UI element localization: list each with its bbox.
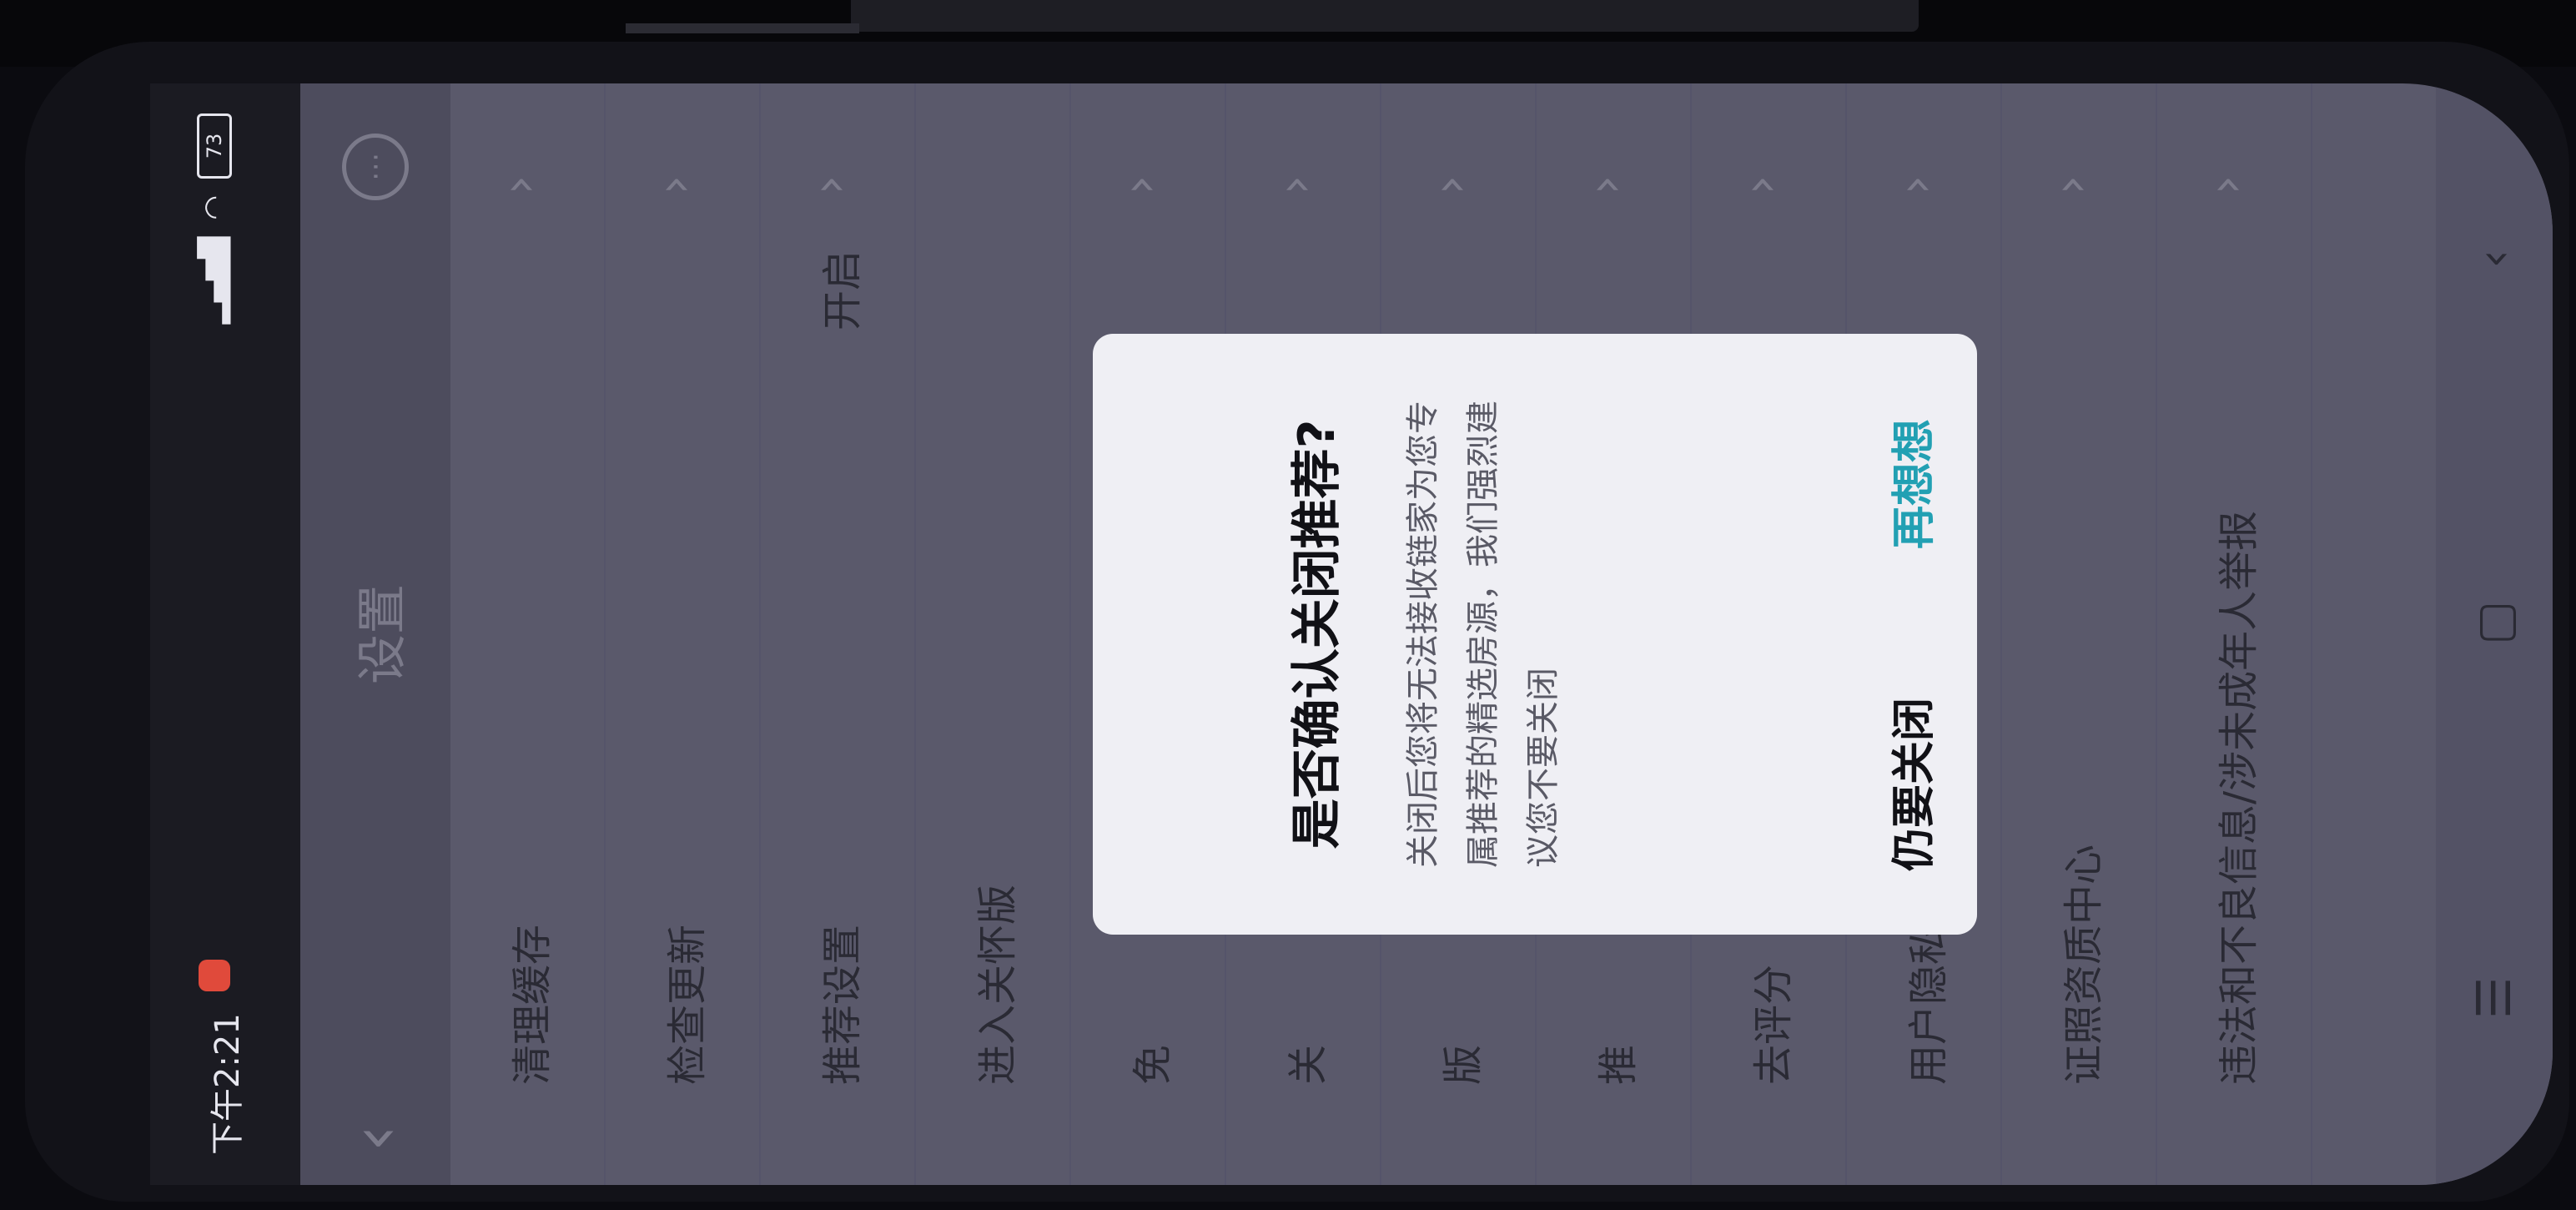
app-header: ‹ 设置 ⋯ — [300, 83, 450, 1185]
settings-item-value: 开启 — [819, 250, 866, 331]
settings-item-label: 免 — [1130, 1044, 1176, 1085]
status-bar: 下午2:21 ▂▄▆█ ◠ 73 — [150, 83, 300, 1185]
chevron-right-icon: › — [1577, 175, 1633, 195]
chevron-right-icon: › — [1732, 175, 1789, 195]
settings-item-label: 进入关怀版 — [974, 884, 1021, 1085]
more-icon[interactable]: ⋯ — [342, 134, 409, 200]
chevron-right-icon: › — [2042, 175, 2099, 195]
home-icon[interactable]: ▢ — [2468, 601, 2522, 645]
settings-item-label: 关 — [1285, 1044, 1331, 1085]
settings-item-licenses[interactable]: 证照资质中心 › — [2002, 83, 2157, 1185]
chevron-right-icon: › — [1887, 175, 1944, 195]
dialog-actions: 仍要关闭 再想想 — [1852, 334, 1977, 935]
settings-item-label: 证照资质中心 — [2060, 844, 2107, 1085]
settings-item-care-mode[interactable]: 进入关怀版 — [916, 83, 1071, 1185]
settings-item-recommend[interactable]: 推荐设置 开启 › — [761, 83, 916, 1185]
system-nav-bar: ☰ ▢ ‹ — [2436, 83, 2553, 1185]
status-icons: ▂▄▆█ ◠ 73 — [197, 113, 232, 324]
settings-item-report[interactable]: 违法和不良信息/涉未成年人举报 › — [2157, 83, 2312, 1185]
app-screen: 下午2:21 ▂▄▆█ ◠ 73 ‹ 设置 ⋯ 清理缓存 › 检查更新 › 推荐 — [150, 83, 2553, 1185]
settings-item-label: 推荐设置 — [819, 924, 866, 1085]
chevron-right-icon: › — [491, 175, 547, 195]
screen: 下午2:21 ▂▄▆█ ◠ 73 ‹ 设置 ⋯ 清理缓存 › 检查更新 › 推荐 — [150, 83, 2553, 1185]
back-icon[interactable]: ‹ — [2468, 250, 2522, 268]
settings-item-label: 清理缓存 — [509, 924, 556, 1085]
background-window-edge — [851, 0, 1919, 32]
chevron-right-icon: › — [801, 175, 858, 195]
dialog-title: 是否确认关闭推荐? — [1288, 419, 1346, 850]
settings-item-label: 版 — [1440, 1044, 1487, 1085]
settings-item-clear-cache[interactable]: 清理缓存 › — [450, 83, 606, 1185]
chevron-right-icon: › — [646, 175, 702, 195]
still-close-button[interactable]: 仍要关闭 — [1852, 634, 1977, 935]
dialog-message: 关闭后您将无法接收链家为您专属推荐的精选房源，我们强烈建议您不要关闭 — [1404, 401, 1562, 868]
settings-item-label: 违法和不良信息/涉未成年人举报 — [2216, 510, 2262, 1085]
reconsider-button[interactable]: 再想想 — [1852, 334, 1977, 634]
settings-item-label: 推 — [1595, 1044, 1642, 1085]
chevron-right-icon: › — [2197, 175, 2254, 195]
settings-item-label: 检查更新 — [664, 924, 711, 1085]
confirm-dialog: 是否确认关闭推荐? 关闭后您将无法接收链家为您专属推荐的精选房源，我们强烈建议您… — [1093, 334, 1977, 935]
recents-icon[interactable]: ☰ — [2468, 977, 2522, 1019]
chevron-right-icon: › — [1266, 175, 1323, 195]
background-window-edge-2 — [626, 23, 859, 33]
signal-icon: ▂▄▆█ — [198, 236, 231, 325]
battery-icon: 73 — [197, 113, 232, 179]
chevron-right-icon: › — [1111, 175, 1168, 195]
settings-item-check-update[interactable]: 检查更新 › — [606, 83, 761, 1185]
page-title: 设置 — [354, 584, 412, 684]
battery-level: 73 — [203, 133, 226, 159]
chevron-right-icon: › — [1421, 175, 1478, 195]
notification-icon — [199, 960, 230, 991]
status-time: 下午2:21 — [209, 1013, 247, 1155]
wifi-icon: ◠ — [198, 195, 231, 220]
settings-item-label: 去评分 — [1750, 964, 1797, 1085]
